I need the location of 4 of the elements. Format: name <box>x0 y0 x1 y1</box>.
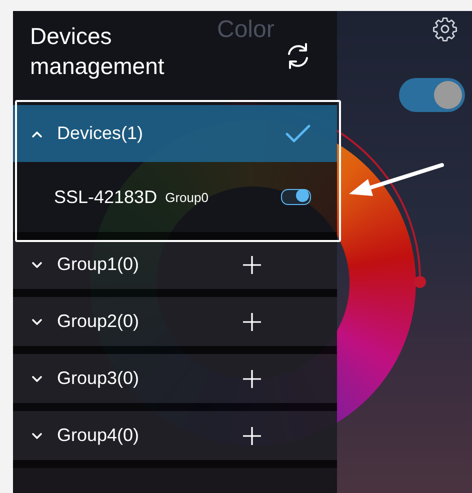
device-name: SSL-42183D <box>54 186 158 208</box>
device-group: Group0 <box>165 190 281 204</box>
drawer-title: Devices management <box>30 22 166 81</box>
screen-title: Color <box>217 16 274 44</box>
